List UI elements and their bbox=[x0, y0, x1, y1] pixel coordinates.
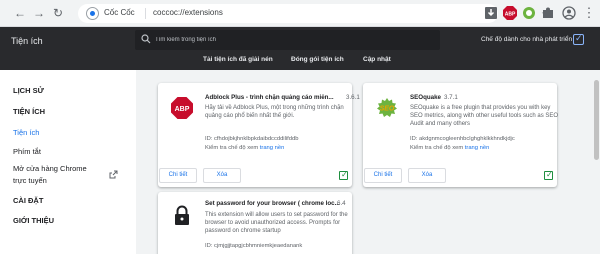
seoquake-extension-icon[interactable] bbox=[522, 6, 536, 20]
sidebar-item-store-line1[interactable]: Mở cửa hàng Chrome bbox=[13, 164, 87, 173]
details-button[interactable]: Chi tiết bbox=[159, 168, 197, 183]
sidebar-item-extensions-sub[interactable]: Tiện ích bbox=[13, 128, 39, 137]
extensions-header: Tiện ích Chế độ dành cho nhà phát triển … bbox=[0, 27, 600, 70]
extension-card-set-password: Set password for your browser ( chrome l… bbox=[158, 192, 352, 254]
extension-version: 6.4 bbox=[337, 200, 346, 207]
extension-description: This extension will allow users to set p… bbox=[205, 212, 348, 235]
scrollbar-thumb[interactable] bbox=[594, 80, 599, 160]
remove-button[interactable]: Xóa bbox=[408, 168, 446, 183]
extension-version: 3.7.1 bbox=[444, 94, 458, 101]
extension-description: Hãy tải về Adblock Plus, một trong những… bbox=[205, 105, 344, 120]
search-box[interactable] bbox=[135, 30, 440, 50]
remove-button[interactable]: Xóa bbox=[203, 168, 241, 183]
url-text: coccoc://extensions bbox=[153, 8, 223, 17]
browser-toolbar: ← → ↻ Cốc Cốc coccoc://extensions ☆ ABP … bbox=[0, 0, 600, 27]
page-title: Tiện ích bbox=[11, 36, 43, 46]
extension-name: Adblock Plus - trình chặn quảng cáo miễn… bbox=[205, 94, 334, 101]
enable-toggle[interactable] bbox=[544, 170, 553, 180]
update-button[interactable]: Cập nhật bbox=[363, 56, 391, 66]
coccoc-site-icon bbox=[86, 7, 99, 20]
pack-extension-button[interactable]: Đóng gói tiện ích bbox=[291, 56, 344, 66]
svg-text:ABP: ABP bbox=[175, 106, 190, 113]
load-unpacked-button[interactable]: Tải tiện ích đã giải nén bbox=[203, 56, 273, 66]
extension-card-seoquake: SEO SEOquake 3.7.1 SEOquake is a free pl… bbox=[363, 83, 559, 187]
inspect-views: Kiểm tra chế độ xem trang nền bbox=[205, 145, 284, 151]
extension-id: ID: cjmjgjjtapgjcbhmniemkjeaedanank bbox=[205, 243, 303, 249]
search-icon bbox=[141, 34, 151, 44]
extension-description: SEOquake is a free plugin that provides … bbox=[410, 105, 559, 128]
dev-mode-label: Chế độ dành cho nhà phát triển bbox=[481, 36, 573, 43]
adblock-logo-icon: ABP bbox=[171, 97, 193, 119]
background-page-link[interactable]: trang nền bbox=[260, 145, 285, 151]
download-icon[interactable] bbox=[484, 6, 498, 20]
inspect-views-label: Kiểm tra chế độ xem bbox=[205, 145, 259, 151]
site-name: Cốc Cốc bbox=[104, 8, 135, 17]
forward-arrow-icon[interactable]: → bbox=[32, 6, 46, 20]
sidebar-item-about[interactable]: GIỚI THIỆU bbox=[13, 216, 54, 225]
svg-text:SEO: SEO bbox=[380, 106, 395, 113]
seoquake-logo-icon: SEO bbox=[377, 98, 397, 117]
sidebar-item-settings[interactable]: CÀI ĐẶT bbox=[13, 196, 43, 205]
svg-text:ABP: ABP bbox=[505, 12, 516, 18]
inspect-views-label: Kiểm tra chế độ xem bbox=[410, 145, 464, 151]
sidebar-item-history[interactable]: LỊCH SỬ bbox=[13, 86, 44, 95]
address-bar[interactable]: Cốc Cốc coccoc://extensions ☆ bbox=[78, 4, 552, 23]
url-separator bbox=[145, 8, 146, 19]
background-page-link[interactable]: trang nền bbox=[465, 145, 490, 151]
sidebar-item-store-line2[interactable]: trực tuyến bbox=[13, 176, 47, 185]
menu-icon[interactable]: ⋮ bbox=[582, 6, 596, 20]
extension-version: 3.6.1 bbox=[346, 94, 360, 101]
enable-toggle[interactable] bbox=[339, 170, 348, 180]
reload-icon[interactable]: ↻ bbox=[51, 6, 65, 20]
search-input[interactable] bbox=[155, 33, 430, 47]
extension-id: ID: cfhdojbkjhnklbpkdaibdccddilifddb bbox=[205, 136, 299, 142]
sidebar-item-extensions[interactable]: TIỆN ÍCH bbox=[13, 107, 45, 116]
back-arrow-icon[interactable]: ← bbox=[13, 6, 27, 20]
inspect-views: Kiểm tra chế độ xem trang nền bbox=[410, 145, 489, 151]
details-button[interactable]: Chi tiết bbox=[364, 168, 402, 183]
page-scrollbar[interactable] bbox=[593, 70, 600, 254]
adblock-extension-icon[interactable]: ABP bbox=[503, 6, 517, 20]
extension-name: Set password for your browser ( chrome l… bbox=[205, 200, 340, 207]
extension-id: ID: akdgnmcogleenhbclghghklkkhndkjdjc bbox=[410, 136, 515, 142]
external-link-icon[interactable] bbox=[109, 170, 118, 179]
extension-name: SEOquake bbox=[410, 94, 441, 101]
lock-icon bbox=[175, 205, 189, 225]
dev-mode-toggle[interactable] bbox=[573, 33, 584, 45]
sidebar: LỊCH SỬ TIỆN ÍCH Tiện ích Phím tắt Mở cử… bbox=[0, 70, 136, 254]
sidebar-item-shortcuts[interactable]: Phím tắt bbox=[13, 147, 41, 156]
extension-card-adblock: ABP Adblock Plus - trình chặn quảng cáo … bbox=[158, 83, 360, 187]
puzzle-icon[interactable] bbox=[541, 6, 555, 20]
profile-icon[interactable] bbox=[562, 6, 576, 20]
